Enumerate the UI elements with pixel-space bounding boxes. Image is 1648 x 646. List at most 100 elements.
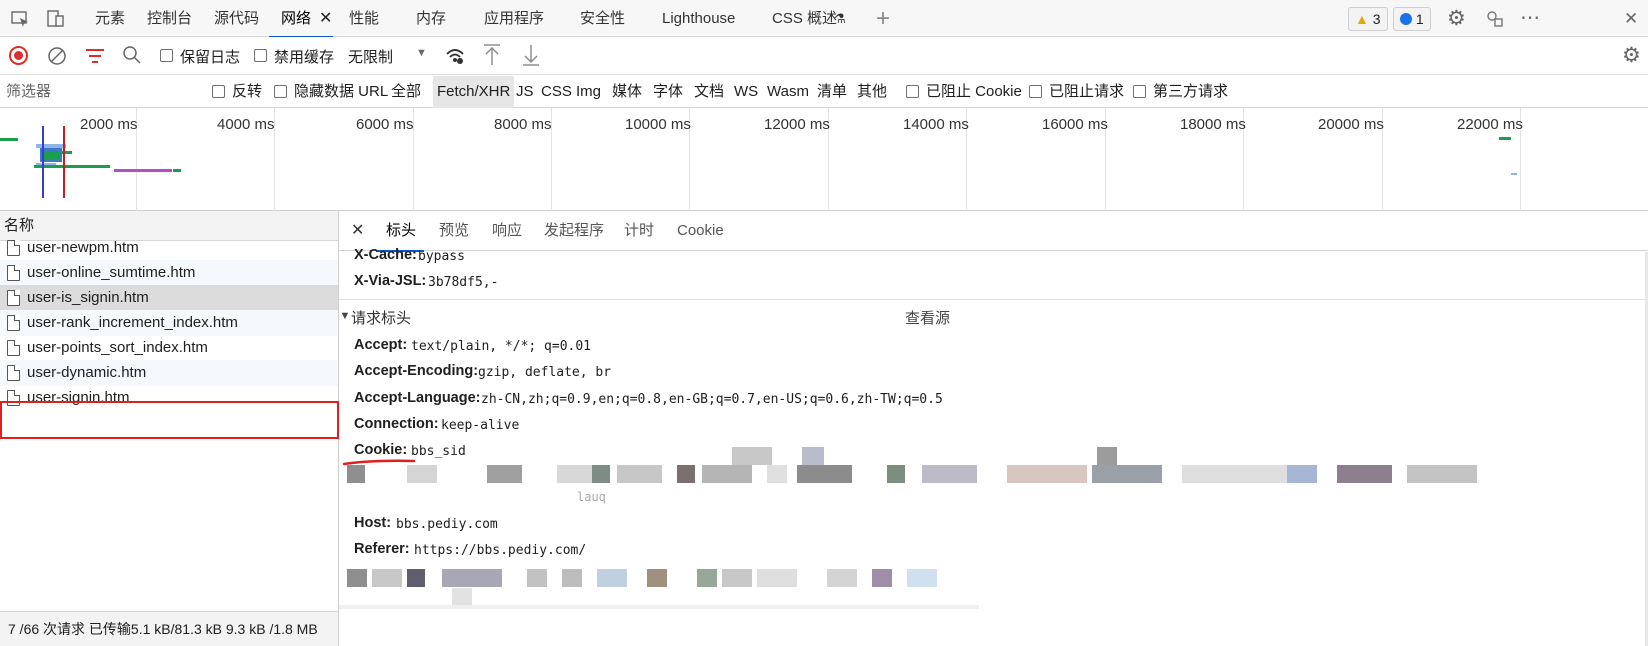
request-name: user-is_signin.htm bbox=[27, 289, 149, 306]
tick-label: 16000 ms bbox=[1042, 116, 1108, 133]
header-key: X-Cache: bbox=[354, 247, 417, 263]
network-toolbar: 保留日志 禁用缓存 无限制 ▼ ⚙ bbox=[0, 37, 1648, 75]
redacted-header-line bbox=[347, 566, 1347, 606]
timeline-overview[interactable]: 2000 ms 4000 ms 6000 ms 8000 ms 10000 ms… bbox=[0, 108, 1648, 211]
tab-css-overview[interactable]: CSS 概述 bbox=[772, 0, 837, 37]
tab-timing[interactable]: 计时 bbox=[624, 211, 654, 251]
filter-type-img[interactable]: Img bbox=[576, 76, 601, 108]
request-name: user-online_sumtime.htm bbox=[27, 264, 196, 281]
device-toolbar-icon[interactable] bbox=[46, 0, 66, 37]
tab-lighthouse[interactable]: Lighthouse bbox=[662, 0, 735, 37]
header-value: https://bbs.pediy.com/ bbox=[414, 543, 587, 558]
tab-sources[interactable]: 源代码 bbox=[214, 0, 259, 37]
throttling-select[interactable]: 无限制 ▼ bbox=[342, 43, 432, 69]
tick-label: 12000 ms bbox=[764, 116, 830, 133]
inspect-element-icon[interactable] bbox=[10, 0, 30, 37]
request-row[interactable]: user-online_sumtime.htm bbox=[0, 260, 338, 286]
tick-label: 20000 ms bbox=[1318, 116, 1384, 133]
filter-type-other[interactable]: 其他 bbox=[857, 76, 887, 108]
timeline-bar bbox=[114, 169, 172, 172]
messages-badge[interactable]: 1 bbox=[1393, 7, 1431, 31]
view-source-link[interactable]: 查看源 bbox=[905, 307, 950, 328]
more-tabs-plus-icon[interactable]: + bbox=[876, 0, 890, 37]
record-button[interactable] bbox=[9, 46, 28, 65]
devtools-tabbar: 元素 控制台 源代码 网络 ✕ 性能 内存 应用程序 安全性 Lighthous… bbox=[0, 0, 1648, 38]
more-options-icon[interactable]: ⋯ bbox=[1520, 0, 1540, 37]
request-row[interactable]: user-dynamic.htm bbox=[0, 360, 338, 386]
timeline-bar bbox=[34, 165, 110, 168]
third-party-checkbox[interactable] bbox=[1133, 85, 1146, 98]
import-har-icon[interactable] bbox=[482, 43, 502, 70]
header-key: Accept-Encoding: bbox=[354, 363, 479, 379]
request-row[interactable]: user-is_signin.htm bbox=[0, 285, 338, 311]
header-key: Accept-Language: bbox=[354, 390, 481, 406]
search-icon[interactable] bbox=[122, 45, 142, 68]
timeline-bar bbox=[1499, 137, 1511, 140]
close-tab-icon[interactable]: ✕ bbox=[319, 0, 332, 37]
warnings-badge[interactable]: ▲ 3 bbox=[1348, 7, 1388, 31]
file-icon bbox=[7, 290, 20, 306]
customize-icon[interactable] bbox=[1485, 0, 1505, 37]
filter-type-doc[interactable]: 文档 bbox=[694, 76, 724, 108]
disable-cache-checkbox[interactable] bbox=[254, 49, 267, 62]
filter-type-wasm[interactable]: Wasm bbox=[767, 76, 809, 108]
file-icon bbox=[7, 315, 20, 331]
filter-type-all[interactable]: 全部 bbox=[391, 76, 421, 108]
blocked-cookies-checkbox[interactable] bbox=[906, 85, 919, 98]
clear-icon[interactable] bbox=[47, 46, 67, 69]
hide-data-urls-checkbox[interactable] bbox=[274, 85, 287, 98]
filter-type-ws[interactable]: WS bbox=[734, 76, 758, 108]
timeline-bar bbox=[173, 169, 181, 172]
tick-label: 10000 ms bbox=[625, 116, 691, 133]
tab-initiator[interactable]: 发起程序 bbox=[544, 211, 604, 251]
warning-icon: ▲ bbox=[1355, 11, 1369, 27]
tab-elements[interactable]: 元素 bbox=[95, 0, 125, 37]
horizontal-scrollbar[interactable] bbox=[339, 605, 979, 609]
preserve-log-label: 保留日志 bbox=[180, 49, 241, 66]
request-details-panel: ✕ 标头 预览 响应 发起程序 计时 Cookie X-Cache: bypas… bbox=[339, 211, 1648, 646]
header-value: gzip, deflate, br bbox=[478, 365, 612, 380]
request-row[interactable]: user-newpm.htm bbox=[0, 235, 338, 261]
disable-cache-label: 禁用缓存 bbox=[274, 49, 335, 66]
network-conditions-icon[interactable] bbox=[444, 45, 466, 70]
close-devtools-icon[interactable]: ✕ bbox=[1624, 0, 1638, 37]
tab-security[interactable]: 安全性 bbox=[580, 0, 625, 37]
filter-input[interactable]: 筛选器 bbox=[6, 76, 196, 108]
close-details-icon[interactable]: ✕ bbox=[351, 211, 364, 251]
tab-response[interactable]: 响应 bbox=[492, 211, 522, 251]
tab-performance[interactable]: 性能 bbox=[349, 0, 379, 37]
blocked-requests-checkbox[interactable] bbox=[1029, 85, 1042, 98]
file-icon bbox=[7, 365, 20, 381]
filter-type-manifest[interactable]: 清单 bbox=[817, 76, 847, 108]
tick-label: 14000 ms bbox=[903, 116, 969, 133]
blocked-cookies-label: 已阻止 Cookie bbox=[926, 83, 1022, 100]
network-settings-gear-icon[interactable]: ⚙ bbox=[1622, 43, 1641, 68]
network-status-bar: 7 /66 次请求 已传输5.1 kB/81.3 kB 9.3 kB /1.8 … bbox=[0, 611, 338, 646]
tab-headers[interactable]: 标头 bbox=[377, 211, 425, 252]
tab-cookies[interactable]: Cookie bbox=[677, 211, 724, 251]
tab-preview[interactable]: 预览 bbox=[439, 211, 469, 251]
request-name: user-points_sort_index.htm bbox=[27, 339, 208, 356]
export-har-icon[interactable] bbox=[521, 43, 541, 70]
details-tabs: ✕ 标头 预览 响应 发起程序 计时 Cookie bbox=[339, 211, 1648, 252]
tab-console[interactable]: 控制台 bbox=[147, 0, 192, 37]
tab-network[interactable]: 网络 bbox=[268, 0, 334, 38]
tab-memory[interactable]: 内存 bbox=[416, 0, 446, 37]
request-headers-section-title[interactable]: 请求标头 bbox=[351, 307, 411, 328]
request-row[interactable]: user-points_sort_index.htm bbox=[0, 335, 338, 361]
filter-type-fetch-xhr[interactable]: Fetch/XHR bbox=[433, 76, 515, 108]
header-key: Referer: bbox=[354, 541, 410, 557]
filter-type-css[interactable]: CSS bbox=[541, 76, 572, 108]
tab-application[interactable]: 应用程序 bbox=[484, 0, 544, 37]
preserve-log-checkbox[interactable] bbox=[160, 49, 173, 62]
invert-checkbox[interactable] bbox=[212, 85, 225, 98]
filter-type-font[interactable]: 字体 bbox=[653, 76, 683, 108]
request-list-panel: 名称 user-newpm.htm user-online_sumtime.ht… bbox=[0, 211, 339, 646]
filter-funnel-icon[interactable] bbox=[85, 47, 105, 68]
filter-type-media[interactable]: 媒体 bbox=[612, 76, 642, 108]
settings-gear-icon[interactable]: ⚙ bbox=[1447, 0, 1466, 37]
filter-type-js[interactable]: JS bbox=[516, 76, 534, 108]
dom-content-loaded-line bbox=[42, 126, 44, 198]
tick-label: 4000 ms bbox=[217, 116, 275, 133]
request-row[interactable]: user-rank_increment_index.htm bbox=[0, 310, 338, 336]
